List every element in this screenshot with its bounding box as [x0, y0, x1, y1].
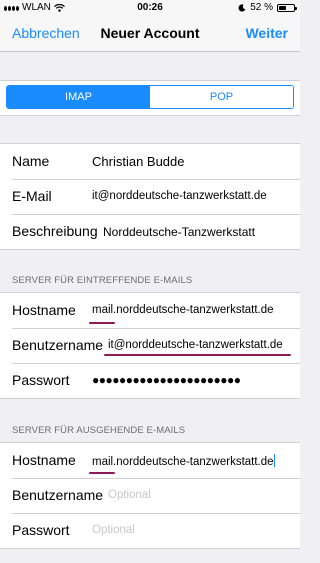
protocol-segment-container: IMAP POP: [0, 80, 300, 116]
battery-icon: [277, 3, 297, 12]
email-field[interactable]: it@norddeutsche-tanzwerkstatt.de: [92, 190, 267, 202]
name-field[interactable]: Christian Budde: [92, 154, 185, 169]
outgoing-username-field[interactable]: Optional: [108, 489, 151, 501]
outgoing-password-row[interactable]: Passwort Optional: [0, 513, 300, 548]
outgoing-hostname-row[interactable]: Hostname mail.norddeutsche-tanzwerkstatt…: [0, 443, 300, 478]
annotation-underline: [89, 322, 115, 324]
incoming-username-field[interactable]: it@norddeutsche-tanzwerkstatt.de: [108, 339, 283, 351]
incoming-username-label: Benutzername: [12, 337, 104, 353]
moon-icon: [238, 3, 246, 12]
segment-pop[interactable]: POP: [150, 86, 293, 108]
incoming-hostname-row[interactable]: Hostname mail.norddeutsche-tanzwerkstatt…: [0, 293, 300, 328]
outgoing-hostname-text: mail.norddeutsche-tanzwerkstatt.de: [92, 456, 274, 468]
outgoing-username-row[interactable]: Benutzername Optional: [0, 478, 300, 513]
navigation-bar: Abbrechen Neuer Account Weiter: [0, 17, 300, 52]
outgoing-username-label: Benutzername: [12, 487, 104, 503]
annotation-underline: [104, 354, 291, 356]
incoming-hostname-label: Hostname: [12, 302, 76, 318]
battery-percent: 52 %: [250, 2, 273, 13]
protocol-segmented-control: IMAP POP: [6, 85, 294, 109]
incoming-section-header: SERVER FÜR EINTREFFENDE E-MAILS: [12, 275, 193, 286]
outgoing-password-label: Passwort: [12, 522, 70, 538]
incoming-server-group: Hostname mail.norddeutsche-tanzwerkstatt…: [0, 292, 300, 399]
annotation-underline: [89, 472, 115, 474]
description-label: Beschreibung: [12, 223, 98, 239]
incoming-password-label: Passwort: [12, 372, 70, 388]
outgoing-password-field[interactable]: Optional: [92, 524, 135, 536]
account-group: Name Christian Budde E-Mail it@norddeuts…: [0, 143, 300, 250]
segment-imap[interactable]: IMAP: [7, 86, 150, 108]
description-field[interactable]: Norddeutsche-Tanzwerkstatt: [103, 225, 255, 239]
incoming-username-row[interactable]: Benutzername it@norddeutsche-tanzwerksta…: [0, 328, 300, 363]
cancel-button[interactable]: Abbrechen: [12, 25, 80, 41]
outgoing-hostname-label: Hostname: [12, 452, 76, 468]
description-row[interactable]: Beschreibung Norddeutsche-Tanzwerkstatt: [0, 214, 300, 249]
outgoing-section-header: SERVER FÜR AUSGEHENDE E-MAILS: [12, 425, 186, 436]
name-label: Name: [12, 153, 50, 169]
incoming-password-field[interactable]: ●●●●●●●●●●●●●●●●●●●●●●: [92, 373, 241, 387]
email-row[interactable]: E-Mail it@norddeutsche-tanzwerkstatt.de: [0, 179, 300, 214]
incoming-password-row[interactable]: Passwort ●●●●●●●●●●●●●●●●●●●●●●: [0, 363, 300, 398]
outgoing-hostname-field[interactable]: mail.norddeutsche-tanzwerkstatt.de: [92, 454, 275, 468]
name-row[interactable]: Name Christian Budde: [0, 144, 300, 179]
incoming-hostname-field[interactable]: mail.norddeutsche-tanzwerkstatt.de: [92, 304, 274, 316]
status-right: 52 %: [238, 2, 297, 13]
text-cursor: [273, 454, 275, 467]
next-button[interactable]: Weiter: [245, 25, 288, 41]
battery-fill: [279, 5, 287, 10]
outgoing-server-group: Hostname mail.norddeutsche-tanzwerkstatt…: [0, 442, 300, 549]
email-label: E-Mail: [12, 188, 52, 204]
status-bar: WLAN 00:26 52 %: [0, 0, 300, 17]
